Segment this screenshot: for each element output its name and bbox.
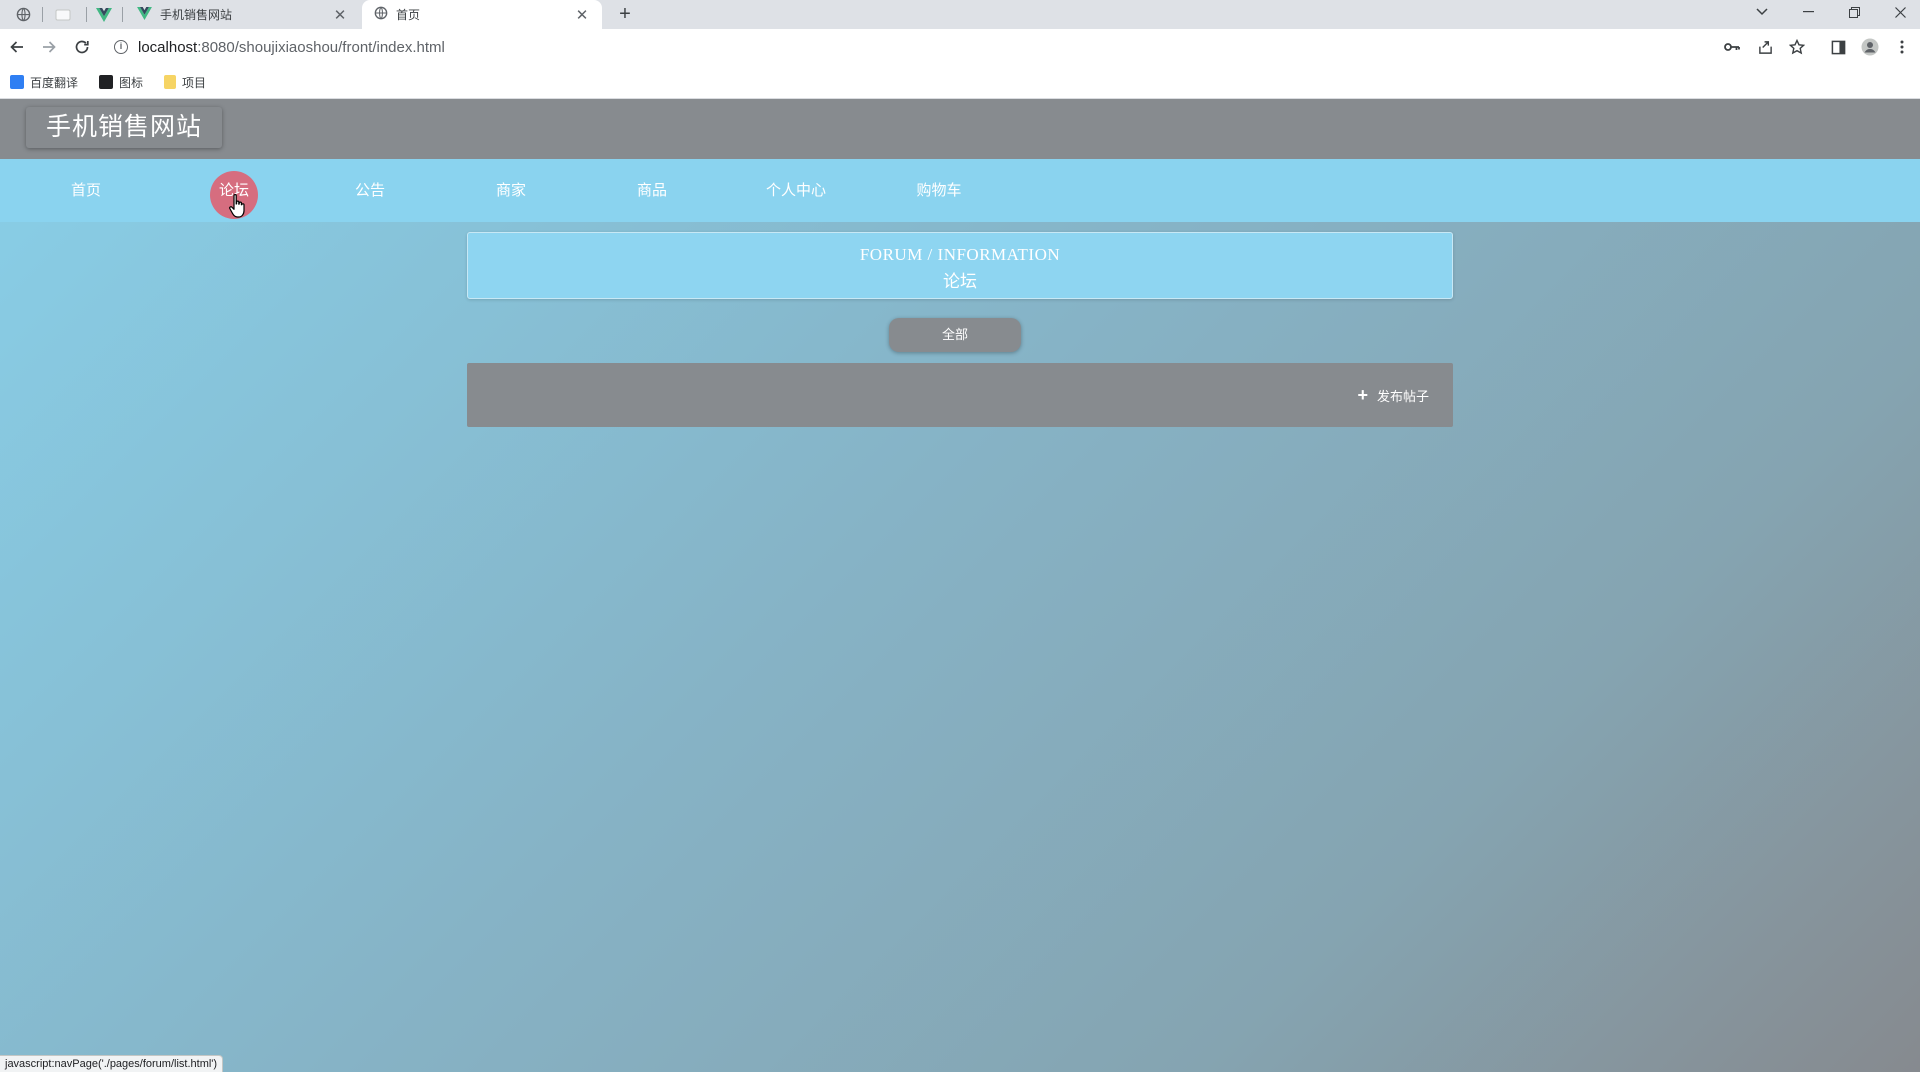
key-icon[interactable] xyxy=(1720,35,1744,59)
nav-item-user-center[interactable]: 个人中心 xyxy=(756,159,836,222)
bookmarks-bar: 百度翻译 图标 项目 xyxy=(0,65,1920,99)
tab-site[interactable]: 手机销售网站 ✕ xyxy=(125,0,360,29)
main-nav: 首页 论坛 公告 商家 商品 个人中心 购物车 xyxy=(0,159,1920,222)
tab-title: 手机销售网站 xyxy=(160,8,233,22)
url-host: localhost xyxy=(138,38,198,56)
nav-item-goods[interactable]: 商品 xyxy=(612,159,692,222)
tab-title: 首页 xyxy=(396,8,421,22)
banner-title-en: FORUM / INFORMATION xyxy=(859,245,1061,264)
hand-cursor-icon xyxy=(228,193,250,219)
image-icon xyxy=(99,75,113,89)
menu-kebab-icon[interactable] xyxy=(1890,35,1914,59)
bookmark-image[interactable]: 图标 xyxy=(99,73,143,91)
bookmark-label: 图标 xyxy=(119,75,144,90)
banner-title-cn: 论坛 xyxy=(943,272,977,291)
browser-status-bar: javascript:navPage('./pages/forum/list.h… xyxy=(0,1055,224,1072)
globe-icon[interactable] xyxy=(10,0,36,29)
browser-tab-strip: 手机销售网站 ✕ 首页 ✕ + xyxy=(0,0,1920,29)
folder-icon xyxy=(164,75,176,89)
post-topic-label: 发布帖子 xyxy=(1376,388,1429,404)
url-path: :8080/shoujixiaoshou/front/index.html xyxy=(197,38,445,56)
vue-logo-icon xyxy=(137,6,152,23)
site-info-icon[interactable]: i xyxy=(114,40,128,54)
forum-action-bar: + 发布帖子 xyxy=(467,363,1453,427)
minimize-icon[interactable] xyxy=(1788,0,1828,24)
globe-icon xyxy=(374,6,388,23)
back-arrow-icon[interactable] xyxy=(5,35,29,59)
filter-all-button[interactable]: 全部 xyxy=(889,318,1021,352)
blank-page-icon[interactable] xyxy=(50,0,76,29)
nav-item-notice[interactable]: 公告 xyxy=(330,159,410,222)
reload-icon[interactable] xyxy=(70,35,94,59)
page-content: 手机销售网站 首页 论坛 公告 商家 商品 个人中心 购物车 FORUM / I… xyxy=(0,99,1920,1072)
close-window-icon[interactable] xyxy=(1880,0,1920,24)
site-title[interactable]: 手机销售网站 xyxy=(26,107,223,148)
nav-item-merchant[interactable]: 商家 xyxy=(471,159,551,222)
tab-search-icon[interactable] xyxy=(1742,0,1782,24)
profile-avatar-icon[interactable] xyxy=(1858,35,1882,59)
bookmark-star-icon[interactable] xyxy=(1785,35,1809,59)
site-header: 手机销售网站 xyxy=(0,99,1920,159)
plus-icon: + xyxy=(1357,385,1368,405)
bookmark-folder[interactable]: 项目 xyxy=(164,73,206,91)
nav-item-cart[interactable]: 购物车 xyxy=(899,159,979,222)
bookmark-baidu-translate[interactable]: 百度翻译 xyxy=(10,73,78,91)
tab-home[interactable]: 首页 ✕ xyxy=(362,0,602,29)
browser-toolbar: i localhost:8080/shoujixiaoshou/front/in… xyxy=(0,29,1920,65)
forward-arrow-icon[interactable] xyxy=(37,35,61,59)
address-bar[interactable]: i localhost:8080/shoujixiaoshou/front/in… xyxy=(104,33,1734,61)
bookmark-label: 项目 xyxy=(182,75,207,90)
restore-icon[interactable] xyxy=(1834,0,1874,24)
baidu-translate-icon xyxy=(10,75,24,89)
side-panel-icon[interactable] xyxy=(1826,35,1850,59)
close-icon[interactable]: ✕ xyxy=(332,6,348,24)
post-topic-button[interactable]: + 发布帖子 xyxy=(1357,385,1429,405)
forum-banner: FORUM / INFORMATION 论坛 xyxy=(467,232,1453,299)
close-icon[interactable]: ✕ xyxy=(574,6,590,24)
share-icon[interactable] xyxy=(1753,35,1777,59)
bookmark-label: 百度翻译 xyxy=(30,75,79,90)
new-tab-button[interactable]: + xyxy=(615,0,635,29)
vue-logo-icon[interactable] xyxy=(91,0,117,29)
nav-item-home[interactable]: 首页 xyxy=(46,159,126,222)
